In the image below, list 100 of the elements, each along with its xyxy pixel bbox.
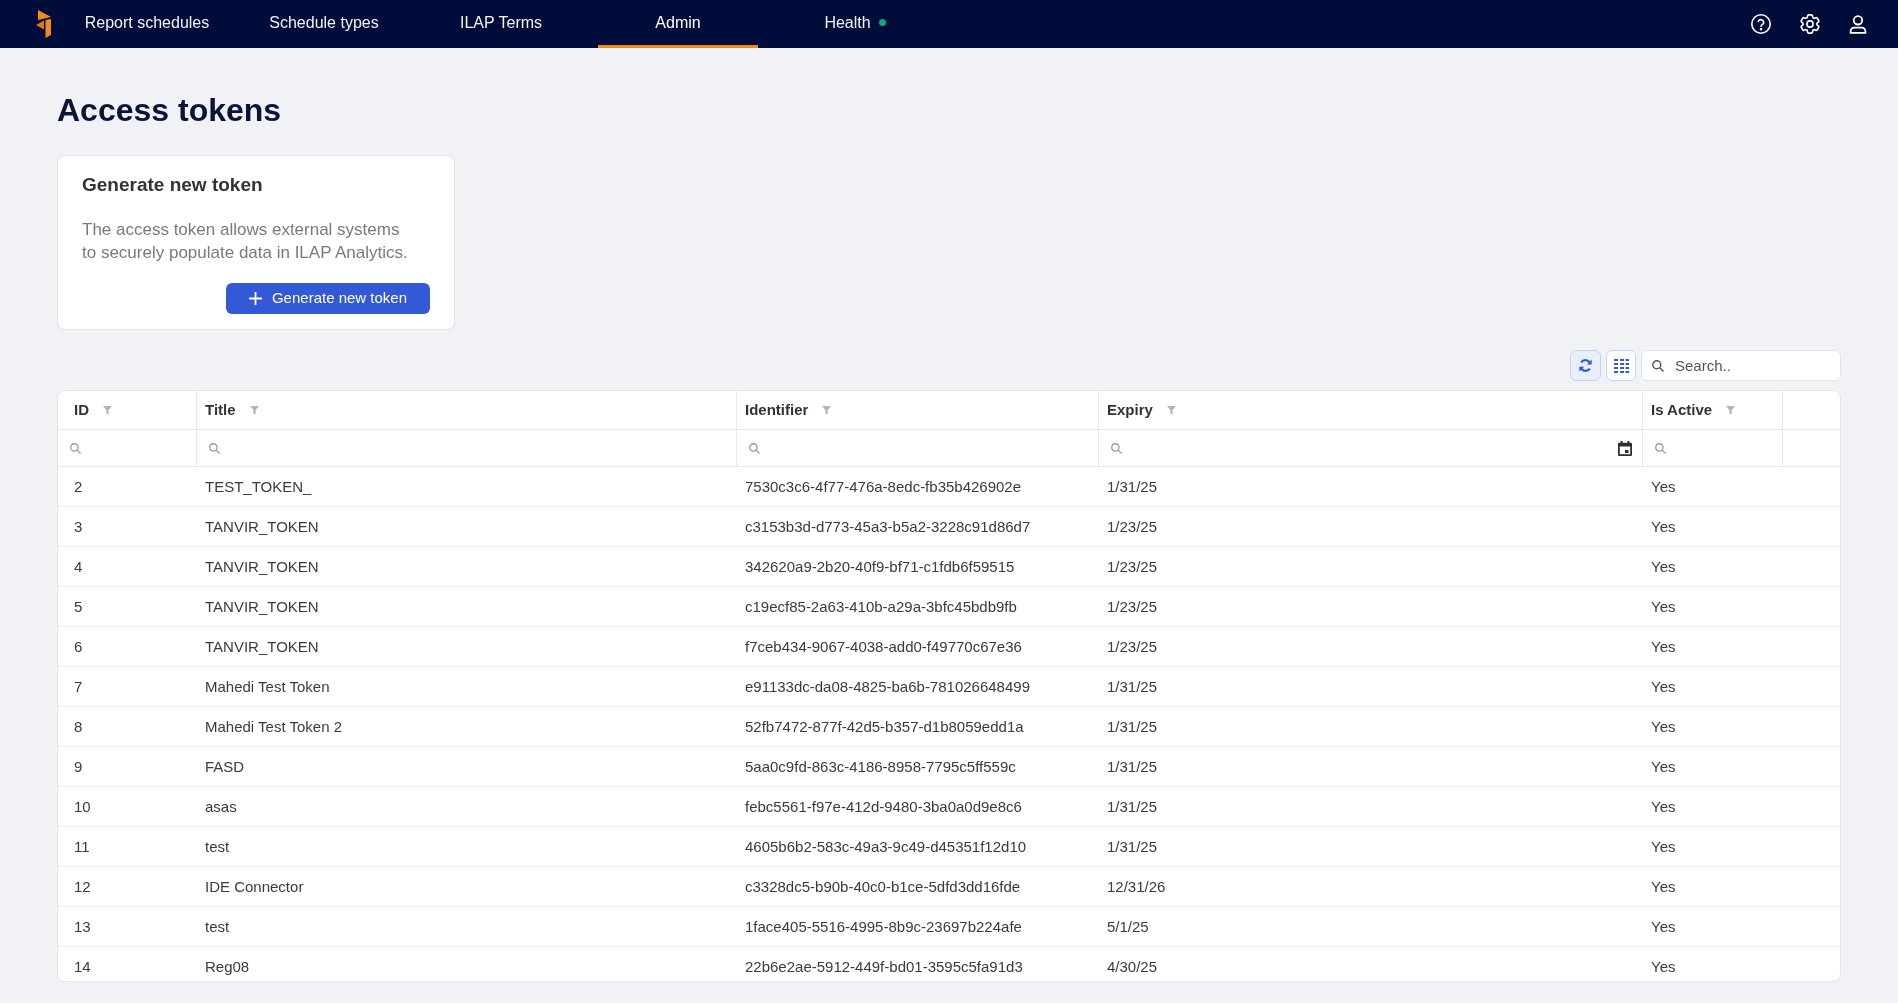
- column-header: Expiry: [1107, 399, 1153, 420]
- table-cell: TANVIR_TOKEN: [205, 637, 319, 655]
- table-cell: c19ecf85-2a63-410b-a29a-3bfc45bdb9fb: [745, 597, 1017, 615]
- table-cell: febc5561-f97e-412d-9480-3ba0a0d9e8c6: [745, 797, 1022, 815]
- table-cell: Yes: [1651, 917, 1676, 935]
- table-cell: test: [205, 837, 230, 855]
- table-cell: 3: [74, 517, 83, 535]
- table-cell: 1/23/25: [1107, 597, 1158, 615]
- table-cell: 4/30/25: [1107, 957, 1158, 975]
- table-cell: Yes: [1651, 477, 1676, 495]
- table-cell: 1/31/25: [1107, 477, 1158, 495]
- table-cell: 22b6e2ae-5912-449f-bd01-3595c5fa91d3: [745, 957, 1023, 975]
- filter-icon[interactable]: [103, 405, 112, 415]
- table-cell: 2: [74, 477, 83, 495]
- table-cell: 342620a9-2b20-40f9-bf71-c1fdb6f59515: [745, 557, 1015, 575]
- table-cell: 14: [74, 957, 91, 975]
- table-cell: Reg08: [205, 957, 250, 975]
- table-cell: 12/31/26: [1107, 877, 1166, 895]
- column-header: ID: [74, 399, 89, 420]
- search-icon: [1652, 360, 1664, 372]
- plus-icon: [248, 292, 262, 305]
- table-cell: 1/31/25: [1107, 837, 1158, 855]
- nav-tab[interactable]: Admin: [598, 0, 758, 48]
- filter-icon[interactable]: [1726, 405, 1736, 415]
- table-cell: Yes: [1651, 597, 1676, 615]
- table-cell: c3153b3d-d773-45a3-b5a2-3228c91d86d7: [745, 517, 1031, 535]
- table-cell: 7: [74, 677, 83, 695]
- refresh-button[interactable]: [1570, 350, 1601, 381]
- table-cell: 5/1/25: [1107, 917, 1149, 935]
- table-cell: test: [205, 917, 230, 935]
- column-header: Is Active: [1651, 399, 1713, 420]
- table-cell: 11: [74, 837, 90, 855]
- filter-icon[interactable]: [1166, 405, 1176, 415]
- table-cell: Mahedi Test Token 2: [205, 717, 343, 735]
- table-cell: 1/31/25: [1107, 757, 1158, 775]
- column-header: Identifier: [745, 399, 809, 420]
- column-header: Title: [205, 399, 236, 420]
- table-cell: asas: [205, 797, 237, 815]
- table-cell: c3328dc5-b90b-40c0-b1ce-5dfd3dd16fde: [745, 877, 1021, 895]
- table-cell: Yes: [1651, 797, 1676, 815]
- table-cell: Yes: [1651, 957, 1676, 975]
- table-cell: 7530c3c6-4f77-476a-8edc-fb35b426902e: [745, 477, 1022, 495]
- table-cell: 8: [74, 717, 83, 735]
- table-cell: 1/23/25: [1107, 637, 1158, 655]
- table-cell: 1/23/25: [1107, 517, 1158, 535]
- nav-tab[interactable]: Report schedules: [67, 0, 227, 48]
- table-cell: Mahedi Test Token: [205, 677, 330, 695]
- table-cell: Yes: [1651, 677, 1676, 695]
- nav-tab[interactable]: Health: [775, 0, 935, 48]
- table-cell: Yes: [1651, 557, 1676, 575]
- search-icon: [1655, 443, 1666, 454]
- table-cell: 5aa0c9fd-863c-4186-8958-7795c5ff559c: [745, 757, 1016, 775]
- search-icon: [749, 443, 760, 454]
- refresh-icon: [1578, 358, 1593, 373]
- calendar-icon[interactable]: [1618, 441, 1632, 456]
- table-cell: 1/31/25: [1107, 677, 1158, 695]
- table-cell: 12: [74, 877, 91, 895]
- table-cell: 4: [74, 557, 83, 575]
- nav-tab[interactable]: ILAP Terms: [421, 0, 581, 48]
- filter-icon[interactable]: [822, 405, 832, 415]
- table-cell: TANVIR_TOKEN: [205, 597, 319, 615]
- search-field[interactable]: Search..: [1641, 350, 1841, 381]
- search-icon: [1111, 443, 1122, 454]
- search-icon: [70, 443, 81, 454]
- table-cell: 52fb7472-877f-42d5-b357-d1b8059edd1a: [745, 717, 1024, 735]
- logo-icon[interactable]: [36, 10, 52, 38]
- nav-tab[interactable]: Schedule types: [244, 0, 404, 48]
- list-icon: [1613, 358, 1629, 373]
- table-cell: 5: [74, 597, 83, 615]
- generate-token-button[interactable]: Generate new token: [226, 283, 430, 314]
- table-cell: TANVIR_TOKEN: [205, 557, 319, 575]
- filter-icon[interactable]: [249, 405, 259, 415]
- table-cell: 6: [74, 637, 83, 655]
- card-title: Generate new token: [82, 175, 263, 195]
- card-description: The access token allows external systems to securely populate data in ILAP Analytics.: [82, 219, 409, 264]
- table-cell: 1/23/25: [1107, 557, 1158, 575]
- table-cell: FASD: [205, 757, 245, 775]
- table-cell: 13: [74, 917, 91, 935]
- settings-icon[interactable]: [1800, 14, 1820, 34]
- table-cell: 9: [74, 757, 83, 775]
- table-cell: e91133dc-da08-4825-ba6b-781026648499: [745, 677, 1030, 695]
- table-cell: 1face405-5516-4995-8b9c-23697b224afe: [745, 917, 1022, 935]
- table-cell: TANVIR_TOKEN: [205, 517, 319, 535]
- table-cell: Yes: [1651, 637, 1676, 655]
- table-cell: 1/31/25: [1107, 717, 1158, 735]
- table-cell: Yes: [1651, 877, 1676, 895]
- table-cell: 1/31/25: [1107, 797, 1158, 815]
- page-title: Access tokens: [57, 91, 282, 130]
- table-cell: 4605b6b2-583c-49a3-9c49-d45351f12d10: [745, 837, 1027, 855]
- help-icon[interactable]: [1751, 14, 1771, 34]
- table-cell: IDE Connector: [205, 877, 304, 895]
- table-cell: 10: [74, 797, 91, 815]
- search-icon: [209, 443, 220, 454]
- table-cell: Yes: [1651, 717, 1676, 735]
- table-cell: TEST_TOKEN_: [205, 477, 312, 495]
- table-cell: Yes: [1651, 837, 1676, 855]
- user-icon[interactable]: [1849, 14, 1867, 34]
- table-cell: Yes: [1651, 757, 1676, 775]
- table-cell: f7ceb434-9067-4038-add0-f49770c67e36: [745, 637, 1022, 655]
- columns-button[interactable]: [1606, 350, 1636, 381]
